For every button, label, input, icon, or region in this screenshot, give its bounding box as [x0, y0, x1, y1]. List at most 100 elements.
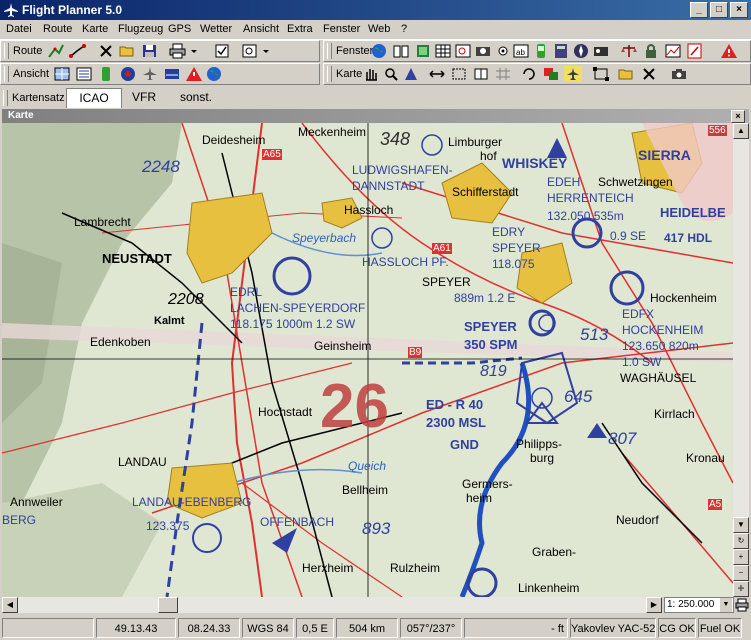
menu-help[interactable]: ?	[401, 23, 407, 35]
scroll-left-button[interactable]: ◀	[2, 597, 18, 613]
pdf-icon[interactable]	[686, 43, 704, 59]
scroll-thumb[interactable]	[158, 597, 178, 613]
map-label: Kirrlach	[654, 407, 695, 421]
compass-rose-icon[interactable]: ✛	[733, 581, 749, 597]
hand-pan-icon[interactable]	[362, 66, 380, 82]
scroll-right-button[interactable]: ▶	[646, 597, 662, 613]
scroll-up-button[interactable]: ▲	[733, 123, 749, 139]
route-waypoint-icon[interactable]	[69, 43, 87, 59]
menu-datei[interactable]: Datei	[6, 23, 32, 35]
scale-value: 1: 250.000	[667, 599, 715, 610]
radar-icon[interactable]	[119, 66, 137, 82]
delete-icon[interactable]	[640, 66, 658, 82]
scroll-down-button[interactable]: ▼	[733, 517, 749, 533]
map-label: ED - R 40	[426, 397, 484, 412]
compass-icon[interactable]	[572, 43, 590, 59]
list-view-icon[interactable]	[75, 66, 93, 82]
chevron-down-icon[interactable]	[261, 43, 271, 59]
minimize-button[interactable]: _	[690, 2, 708, 18]
map-label: 2300 MSL	[426, 415, 486, 430]
menu-gps[interactable]: GPS	[168, 23, 191, 35]
menu-flugzeug[interactable]: Flugzeug	[118, 23, 163, 35]
map-label: 350 SPM	[464, 337, 518, 352]
ansicht-toolbar-label: Ansicht	[13, 68, 50, 80]
calculator-icon[interactable]	[552, 43, 570, 59]
tab-icao[interactable]: ICAO	[66, 88, 122, 108]
map-search-icon[interactable]	[454, 43, 472, 59]
globe-icon[interactable]	[370, 43, 388, 59]
map-label: Bellheim	[342, 483, 389, 497]
menu-fenster[interactable]: Fenster	[323, 23, 360, 35]
lock-icon[interactable]	[642, 43, 660, 59]
menu-ansicht[interactable]: Ansicht	[243, 23, 279, 35]
status-distance: 504 km	[336, 618, 398, 638]
chevron-down-icon[interactable]	[189, 43, 199, 59]
print-icon[interactable]	[735, 598, 749, 612]
delete-icon[interactable]	[97, 43, 115, 59]
vertical-scrollbar[interactable]: ▲ ▼ ↻ + − ✛	[733, 123, 749, 597]
chart-icon[interactable]	[664, 43, 682, 59]
gps-view-icon[interactable]	[97, 66, 115, 82]
map-label: 118.075	[492, 257, 535, 271]
menu-karte[interactable]: Karte	[82, 23, 108, 35]
print-icon[interactable]	[169, 43, 187, 59]
status-course: 057°/237°	[400, 618, 462, 638]
open-folder-icon[interactable]	[618, 66, 636, 82]
menu-wetter[interactable]: Wetter	[200, 23, 232, 35]
frame-icon[interactable]	[472, 66, 490, 82]
weather-icon[interactable]	[494, 43, 512, 59]
scales-icon[interactable]	[620, 43, 638, 59]
map-label: Schifferstadt	[452, 185, 519, 199]
layers-icon[interactable]	[542, 66, 560, 82]
window-title: Flight Planner 5.0	[22, 3, 123, 17]
book-icon[interactable]	[392, 43, 410, 59]
route-edit-icon[interactable]	[47, 43, 65, 59]
tab-vfr[interactable]: VFR	[122, 88, 166, 107]
route-nodes-icon[interactable]	[592, 66, 610, 82]
aircraft-icon[interactable]	[141, 66, 159, 82]
maximize-button[interactable]: □	[710, 2, 728, 18]
resize-horizontal-icon[interactable]	[428, 66, 446, 82]
zoom-in-icon[interactable]: +	[733, 549, 749, 565]
radio-icon[interactable]	[592, 43, 610, 59]
warning-icon[interactable]	[720, 43, 738, 59]
rotate-icon[interactable]	[520, 66, 538, 82]
gps-device-icon[interactable]	[532, 43, 550, 59]
direct-route-icon[interactable]	[402, 66, 420, 82]
checkbox-icon[interactable]	[213, 43, 231, 59]
database-icon[interactable]	[414, 43, 432, 59]
scale-select[interactable]: 1: 250.000 ▼	[664, 597, 734, 613]
menu-extra[interactable]: Extra	[287, 23, 313, 35]
zoom-icon[interactable]	[382, 66, 400, 82]
camera-icon[interactable]	[670, 66, 688, 82]
view-options-icon[interactable]	[241, 43, 259, 59]
horizontal-scrollbar[interactable]: ◀ ▶	[2, 597, 662, 613]
zoom-out-icon[interactable]: −	[733, 565, 749, 581]
globe-icon[interactable]	[205, 66, 223, 82]
map-label: heim	[466, 491, 493, 505]
map-label: Meckenheim	[298, 125, 367, 139]
menu-web[interactable]: Web	[368, 23, 390, 35]
instrument-icon[interactable]	[163, 66, 181, 82]
warning-icon[interactable]	[185, 66, 203, 82]
chevron-down-icon[interactable]: ▼	[720, 598, 732, 612]
map-label: Germers-	[462, 477, 513, 491]
map-label: B9	[408, 347, 423, 358]
map-label: Hockenheim	[650, 291, 717, 305]
menu-route[interactable]: Route	[43, 23, 72, 35]
camera-icon[interactable]	[474, 43, 492, 59]
close-map-button[interactable]: ×	[731, 110, 745, 123]
text-box-icon[interactable]: ab	[512, 43, 530, 59]
airplane-icon[interactable]	[564, 66, 582, 82]
open-folder-icon[interactable]	[119, 43, 137, 59]
close-button[interactable]: ×	[730, 2, 748, 18]
grid-icon[interactable]	[434, 43, 452, 59]
map-label: A61	[432, 243, 452, 254]
save-icon[interactable]	[141, 43, 159, 59]
grid-icon[interactable]	[494, 66, 512, 82]
fit-map-icon[interactable]	[450, 66, 468, 82]
rotate-map-icon[interactable]: ↻	[733, 533, 749, 549]
map-view-icon[interactable]	[53, 66, 71, 82]
aeronautical-map[interactable]: Deidesheim Meckenheim 348 Limburger hof …	[2, 123, 733, 597]
tab-sonst[interactable]: sonst.	[170, 88, 222, 107]
